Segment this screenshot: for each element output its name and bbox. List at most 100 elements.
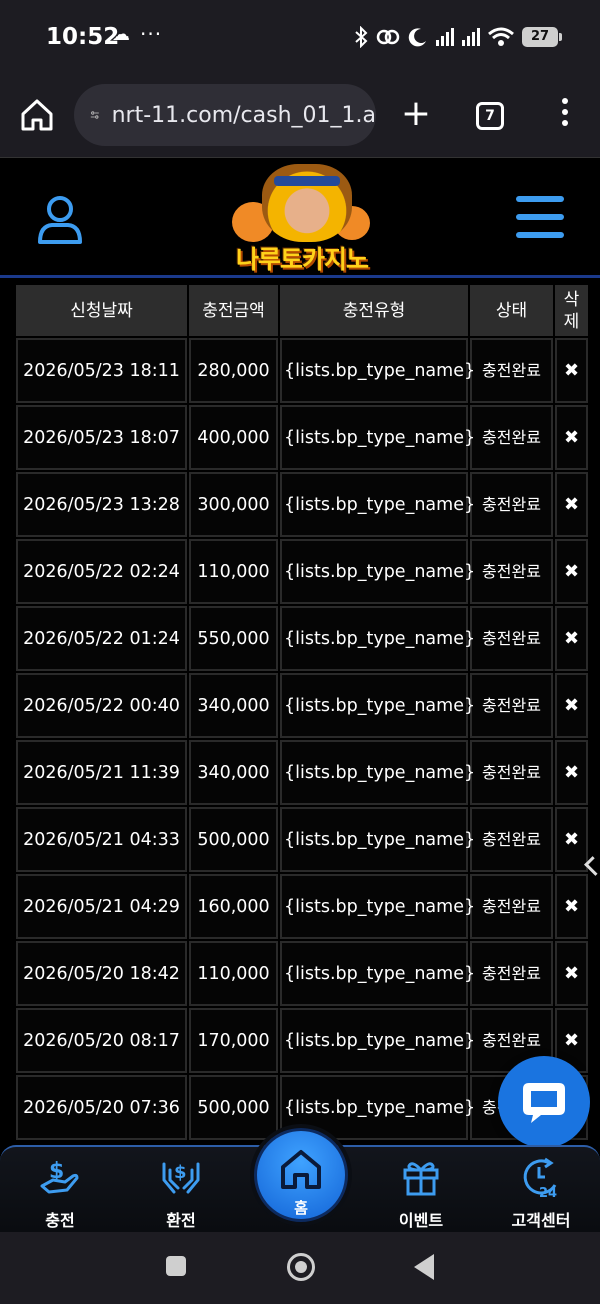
row-amount: 280,000 [189, 338, 278, 403]
row-type: {lists.bp_type_name} [280, 807, 475, 872]
user-icon[interactable] [36, 194, 84, 246]
row-status: 충전완료 [470, 472, 553, 537]
cloud-icon: ☁ [112, 24, 130, 45]
back-icon[interactable] [414, 1254, 434, 1280]
signal-icon [436, 28, 454, 46]
status-time: 10:52 [46, 24, 120, 50]
more-notifications-icon: ··· [140, 22, 163, 46]
charge-history-table: 신청날짜 충전금액 충전유형 상태 삭 제 2026/05/23 18:11 28… [14, 283, 588, 1143]
row-delete-button[interactable]: ✖ [555, 606, 588, 671]
support-24h-icon: 24 [523, 1157, 557, 1199]
bluetooth-icon [355, 26, 368, 48]
row-date: 2026/05/23 13:28 [16, 472, 187, 537]
row-date: 2026/05/20 08:17 [16, 1008, 187, 1073]
row-type: {lists.bp_type_name} [280, 338, 475, 403]
row-date: 2026/05/20 07:36 [16, 1075, 187, 1140]
header-status: 상태 [470, 285, 553, 336]
row-status: 충전완료 [470, 740, 553, 805]
row-date: 2026/05/22 01:24 [16, 606, 187, 671]
status-bar: 10:52 ☁ ··· 27 [0, 0, 600, 72]
row-date: 2026/05/21 04:33 [16, 807, 187, 872]
table-row: 2026/05/21 04:33 500,000 {lists.bp_type_na… [16, 807, 588, 872]
nav-support-label: 고객센터 [511, 1211, 571, 1230]
row-delete-button[interactable]: ✖ [555, 874, 588, 939]
row-status: 충전완료 [470, 874, 553, 939]
row-delete-button[interactable]: ✖ [555, 338, 588, 403]
battery-icon: 27 [522, 27, 562, 47]
row-amount: 340,000 [189, 673, 278, 738]
row-amount: 160,000 [189, 874, 278, 939]
logo-text: 나루토카지노 [235, 245, 369, 274]
row-amount: 400,000 [189, 405, 278, 470]
nav-charge-label: 충전 [45, 1211, 75, 1230]
row-date: 2026/05/21 04:29 [16, 874, 187, 939]
link-icon [376, 29, 400, 45]
nav-home-button[interactable]: 홈 [254, 1128, 348, 1222]
row-status: 충전완료 [470, 807, 553, 872]
table-row: 2026/05/22 01:24 550,000 {lists.bp_type_na… [16, 606, 588, 671]
row-date: 2026/05/23 18:07 [16, 405, 187, 470]
row-status: 충전완료 [470, 539, 553, 604]
live-chat-button[interactable] [498, 1056, 590, 1148]
site-logo[interactable]: 나루토카지노 [222, 162, 382, 274]
tab-switcher-button[interactable]: 7 [476, 102, 504, 130]
header-type: 충전유형 [280, 285, 468, 336]
row-delete-button[interactable]: ✖ [555, 740, 588, 805]
site-settings-icon[interactable] [90, 103, 100, 127]
svg-text:24: 24 [539, 1186, 557, 1199]
gift-icon [403, 1162, 439, 1196]
browser-menu-icon[interactable] [560, 98, 570, 134]
browser-home-icon[interactable] [18, 96, 56, 134]
row-type: {lists.bp_type_name} [280, 472, 475, 537]
status-icons: 27 [354, 26, 562, 48]
table-row: 2026/05/22 02:24 110,000 {lists.bp_type_na… [16, 539, 588, 604]
table-row: 2026/05/23 13:28 300,000 {lists.bp_type_na… [16, 472, 588, 537]
table-row: 2026/05/23 18:11 280,000 {lists.bp_type_na… [16, 338, 588, 403]
table-row: 2026/05/22 00:40 340,000 {lists.bp_type_na… [16, 673, 588, 738]
row-status: 충전완료 [470, 405, 553, 470]
charge-icon: $ [40, 1159, 79, 1194]
row-type: {lists.bp_type_name} [280, 539, 475, 604]
row-amount: 170,000 [189, 1008, 278, 1073]
table-header-row: 신청날짜 충전금액 충전유형 상태 삭 제 [16, 285, 588, 336]
row-type: {lists.bp_type_name} [280, 1008, 475, 1073]
exchange-icon: $ [162, 1162, 200, 1194]
row-type: {lists.bp_type_name} [280, 405, 475, 470]
row-date: 2026/05/22 00:40 [16, 673, 187, 738]
new-tab-button[interactable]: + [396, 94, 436, 134]
row-amount: 500,000 [189, 1075, 278, 1140]
hamburger-menu-icon[interactable] [516, 196, 564, 238]
table-row: 2026/05/21 11:39 340,000 {lists.bp_type_na… [16, 740, 588, 805]
row-type: {lists.bp_type_name} [280, 941, 475, 1006]
nav-support[interactable]: 24 고객센터 [486, 1155, 596, 1231]
row-amount: 340,000 [189, 740, 278, 805]
header-delete: 삭 제 [555, 285, 588, 336]
recents-icon[interactable] [166, 1256, 186, 1276]
url-text[interactable]: nrt-11.com/cash_01_1.a [112, 103, 376, 128]
row-delete-button[interactable]: ✖ [555, 807, 588, 872]
moon-icon [408, 28, 426, 47]
row-amount: 110,000 [189, 539, 278, 604]
system-home-icon[interactable] [287, 1253, 315, 1281]
row-type: {lists.bp_type_name} [280, 673, 475, 738]
nav-event[interactable]: 이벤트 [366, 1155, 476, 1231]
row-delete-button[interactable]: ✖ [555, 472, 588, 537]
row-delete-button[interactable]: ✖ [555, 405, 588, 470]
nav-event-label: 이벤트 [398, 1211, 444, 1230]
row-status: 충전완료 [470, 941, 553, 1006]
table-row: 2026/05/23 18:07 400,000 {lists.bp_type_na… [16, 405, 588, 470]
nav-exchange[interactable]: $ 환전 [126, 1155, 236, 1231]
site-header: 나루토카지노 [0, 158, 600, 278]
row-delete-button[interactable]: ✖ [555, 539, 588, 604]
row-date: 2026/05/22 02:24 [16, 539, 187, 604]
nav-home-label: 홈 [294, 1199, 308, 1217]
chat-bubble-icon [523, 1083, 565, 1123]
address-bar[interactable]: nrt-11.com/cash_01_1.a [74, 84, 376, 146]
row-delete-button[interactable]: ✖ [555, 941, 588, 1006]
browser-toolbar: nrt-11.com/cash_01_1.a + 7 [0, 72, 600, 158]
row-date: 2026/05/21 11:39 [16, 740, 187, 805]
nav-charge[interactable]: $ 충전 [5, 1155, 115, 1231]
row-delete-button[interactable]: ✖ [555, 673, 588, 738]
home-icon [281, 1150, 321, 1189]
row-status: 충전완료 [470, 606, 553, 671]
